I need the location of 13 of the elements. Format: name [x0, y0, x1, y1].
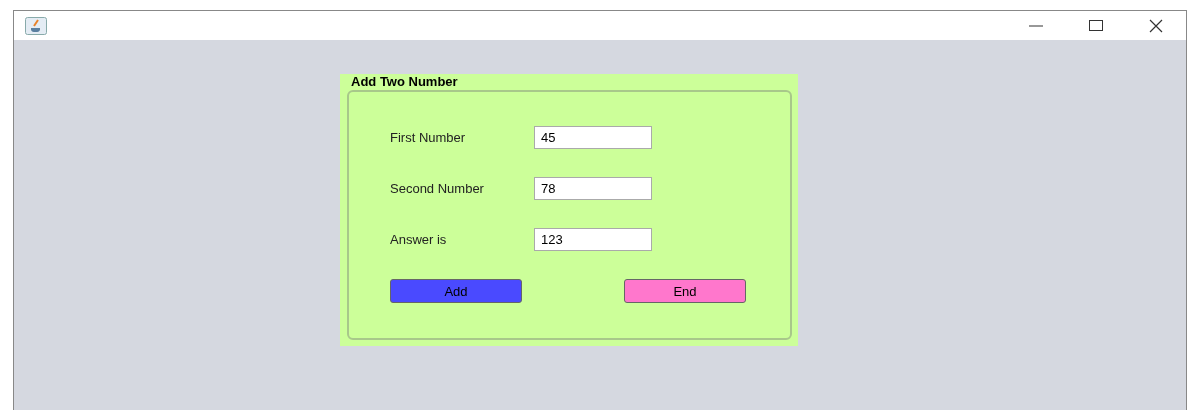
field-label: First Number: [390, 130, 467, 145]
action-button[interactable]: Add: [390, 279, 522, 303]
close-icon: [1149, 18, 1163, 33]
coffee-cup-icon[interactable]: [25, 16, 47, 35]
action-button[interactable]: End: [624, 279, 746, 303]
number-field[interactable]: 123: [534, 228, 652, 251]
number-field[interactable]: 45: [534, 126, 652, 149]
field-label: Second Number: [390, 181, 485, 196]
minimize-icon: [1029, 24, 1043, 27]
panel-title: Add Two Number: [351, 74, 458, 89]
number-field[interactable]: 78: [534, 177, 652, 200]
field-label: Answer is: [390, 232, 448, 247]
maximize-icon: [1089, 19, 1103, 32]
